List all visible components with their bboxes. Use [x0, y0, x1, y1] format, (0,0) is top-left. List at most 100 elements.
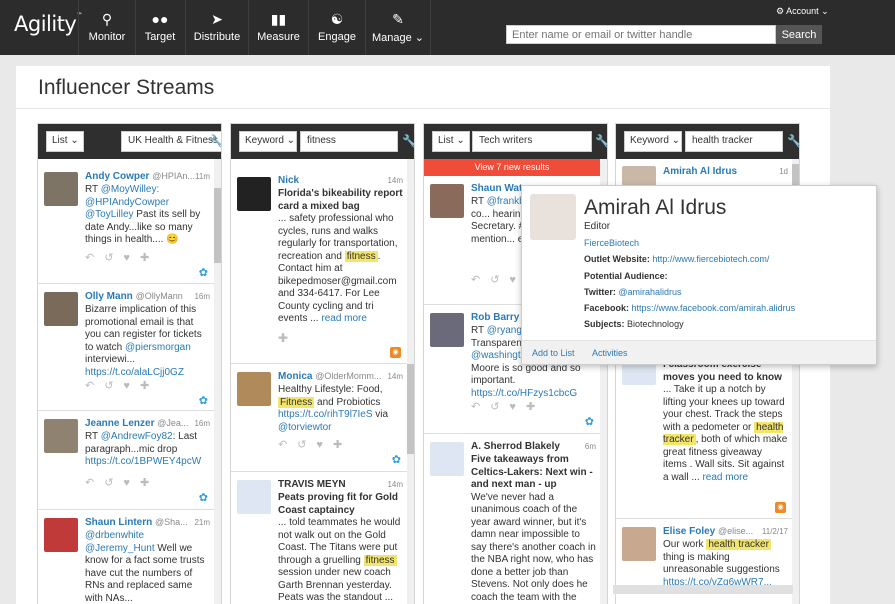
timestamp: 16m	[194, 292, 210, 301]
author-name[interactable]: A. Sherrod Blakely	[471, 441, 560, 452]
nav-manage[interactable]: ✎ Manage ⌄	[366, 0, 430, 55]
stream-query-input[interactable]: Tech writers	[472, 131, 592, 152]
tweet-link[interactable]: https://t.co/HFzys1cbcG	[471, 388, 577, 399]
action-icons[interactable]: ↶↺♥✚	[85, 251, 159, 264]
profile-twitter-row: Twitter: @amirahalidrus	[584, 287, 682, 297]
add-icon[interactable]: ✚	[278, 331, 288, 345]
stream-card[interactable]: Jeanne Lenzer @Jea... 16m RT @AndrewFoy8…	[38, 412, 214, 510]
author-name[interactable]: Olly Mann	[85, 291, 133, 302]
top-navigation: Agility™ ⚲ Monitor ●● Target ➤ Distribut…	[0, 0, 895, 55]
avatar-placeholder	[430, 442, 464, 476]
scrollbar[interactable]	[214, 159, 221, 604]
author-name[interactable]: Amirah Al Idrus	[663, 166, 737, 177]
stream-query-input[interactable]: fitness	[300, 131, 398, 152]
tweet-link[interactable]: https://t.co/1BPWEY4pcW	[85, 456, 201, 467]
stream-type-select[interactable]: List ⌄	[46, 131, 84, 152]
rss-icon: ◉	[775, 502, 786, 513]
stream-card[interactable]: Nick 14m Florida's bikeability report ca…	[231, 169, 407, 364]
horizontal-scrollbar[interactable]	[613, 585, 793, 594]
wrench-icon[interactable]: 🔧	[787, 134, 799, 148]
nav-label: Measure	[257, 31, 300, 43]
activities-link[interactable]: Activities	[592, 348, 628, 358]
tweet-link[interactable]: https://t.co/rihT9l7IeS	[278, 409, 373, 420]
keyword-highlight: fitness	[344, 250, 378, 262]
mention-link[interactable]: @piersmorgan	[125, 342, 191, 353]
article-title[interactable]: Peats proving fit for Gold Coast captain…	[278, 492, 403, 517]
stream-card[interactable]: Amirah Al Idrus 1d	[616, 162, 792, 186]
stream-card[interactable]: TRAVIS MEYN 14m Peats proving fit for Go…	[231, 473, 407, 604]
scroll-thumb[interactable]	[214, 188, 221, 263]
mention-link[interactable]: @ToyLilley	[85, 209, 134, 220]
nav-measure[interactable]: ▮▮ Measure	[249, 0, 308, 55]
tweet-link[interactable]: https://t.co/alaLCjj0GZ	[85, 367, 184, 378]
read-more-link[interactable]: read more	[702, 472, 748, 483]
stream-query-input[interactable]: health tracker	[685, 131, 783, 152]
wrench-icon[interactable]: 🔧	[595, 134, 607, 148]
new-results-banner[interactable]: View 7 new results	[424, 159, 600, 176]
timestamp: 21m	[194, 518, 210, 527]
scroll-thumb[interactable]	[407, 364, 414, 454]
article-title[interactable]: Florida's bikeability report card a mixe…	[278, 188, 403, 213]
wrench-icon[interactable]: 🔧	[209, 134, 221, 148]
author-name[interactable]: Rob Barry	[471, 312, 519, 323]
article-title[interactable]: Five takeaways from Celtics-Lakers: Next…	[471, 454, 596, 492]
stream-card[interactable]: Olly Mann @OllyMann 16m Bizarre implicat…	[38, 285, 214, 411]
timestamp: 11/2/17	[761, 527, 788, 536]
mention-link[interactable]: @MoyWilley:	[101, 184, 160, 195]
author-name[interactable]: TRAVIS MEYN	[278, 479, 346, 490]
mention-link[interactable]: @AndrewFoy82	[101, 431, 173, 442]
keyword-highlight: Fitness	[278, 396, 315, 408]
profile-outlet-link[interactable]: FierceBiotech	[584, 238, 639, 248]
account-menu[interactable]: ⚙ Account ⌄	[776, 6, 829, 17]
action-icons[interactable]: ↶↺♥✚	[471, 400, 545, 413]
search-button[interactable]: Search	[776, 25, 822, 44]
mention-link[interactable]: @drbenwhite	[85, 530, 144, 541]
card-text: Peats proving fit for Gold Coast captain…	[278, 492, 403, 604]
twitter-link[interactable]: @amirahalidrus	[618, 287, 681, 297]
search-input[interactable]	[506, 25, 776, 44]
avatar	[430, 313, 464, 347]
stream-card[interactable]: Andy Cowper @HPIAn... 11m RT @MoyWilley:…	[38, 165, 214, 284]
read-more-link[interactable]: read more	[321, 313, 367, 324]
website-link[interactable]: http://www.fiercebiotech.com/	[652, 254, 769, 264]
send-icon: ➤	[211, 11, 223, 27]
author-name[interactable]: Shaun Lintern	[85, 517, 152, 528]
author-name[interactable]: Monica	[278, 371, 312, 382]
mention-link[interactable]: @HPIAndyCowper	[85, 197, 169, 208]
action-icons[interactable]: ↶↺♥✚	[85, 476, 159, 489]
nav-target[interactable]: ●● Target	[136, 0, 184, 55]
stream-type-select[interactable]: List ⌄	[432, 131, 470, 152]
card-text: @drbenwhite @Jeremy_Hunt Well we know fo…	[85, 530, 205, 604]
bar-chart-icon: ▮▮	[270, 11, 287, 27]
twitter-icon: ✿	[584, 416, 594, 428]
action-icons[interactable]: ↶↺♥✚	[278, 438, 352, 451]
app-logo[interactable]: Agility™	[14, 12, 82, 36]
avatar	[44, 419, 78, 453]
timestamp: 6m	[584, 442, 596, 451]
mention-link[interactable]: @torviewtor	[278, 422, 332, 433]
stream-query-input[interactable]: UK Health & Fitness	[121, 131, 221, 152]
stream-card[interactable]: Monica @OlderMomm... 14m Healthy Lifesty…	[231, 365, 407, 472]
stream-card[interactable]: Shaun Lintern @Sha... 21m @drbenwhite @J…	[38, 511, 214, 604]
card-text: Our work health tracker thing is making …	[663, 539, 780, 588]
stream-type-select[interactable]: Keyword ⌄	[624, 131, 682, 152]
author-name[interactable]: Jeanne Lenzer	[85, 418, 154, 429]
mention-link[interactable]: @Jeremy_Hunt	[85, 543, 155, 554]
facebook-link[interactable]: https://www.facebook.com/amirah.alidrus	[632, 303, 796, 313]
nav-engage[interactable]: ☯ Engage	[309, 0, 365, 55]
card-header: Olly Mann @OllyMann	[85, 291, 210, 302]
scrollbar[interactable]	[407, 159, 414, 604]
action-icons[interactable]: ↶↺♥✚	[85, 379, 159, 392]
card-header: Nick	[278, 175, 403, 186]
stream-card[interactable]: A. Sherrod Blakely 6m Five takeaways fro…	[424, 435, 600, 604]
author-name[interactable]: Andy Cowper	[85, 171, 149, 182]
wrench-icon[interactable]: 🔧	[402, 134, 414, 148]
add-to-list-link[interactable]: Add to List	[532, 348, 575, 358]
nav-distribute[interactable]: ➤ Distribute	[186, 0, 248, 55]
author-name[interactable]: Elise Foley	[663, 526, 715, 537]
nav-monitor[interactable]: ⚲ Monitor	[79, 0, 135, 55]
author-name[interactable]: Nick	[278, 175, 299, 186]
timestamp: 1d	[779, 167, 788, 176]
stream-card[interactable]: I classroom exercise moves you need to k…	[616, 349, 792, 519]
stream-type-select[interactable]: Keyword ⌄	[239, 131, 297, 152]
